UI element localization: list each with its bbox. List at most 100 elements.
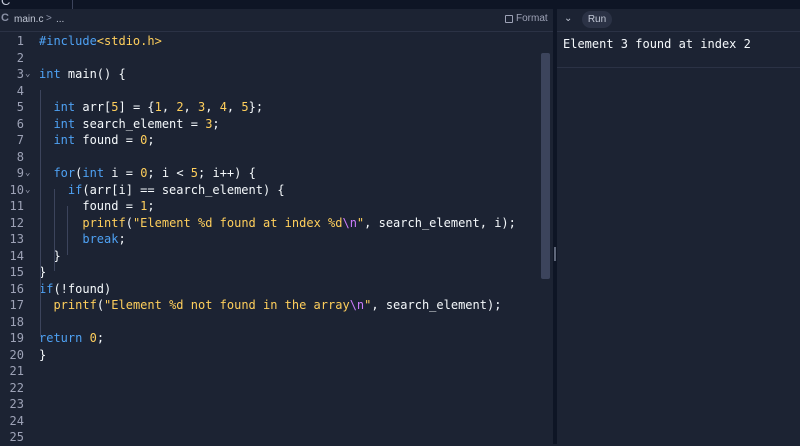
chevron-down-icon[interactable]: ⌄ [564, 13, 572, 24]
code-token: , search_element, i); [364, 215, 516, 230]
code-token: ( [125, 215, 133, 230]
code-line[interactable]: 4 [0, 83, 540, 100]
code-line[interactable]: 15} [0, 264, 540, 281]
code-token: ; [96, 331, 105, 345]
line-number: 16 [9, 281, 24, 296]
code-line[interactable]: 19 return 0; [0, 330, 540, 347]
code-line[interactable]: 24 [0, 413, 540, 430]
code-text: found = 1; [39, 198, 155, 215]
line-number: 18 [9, 314, 24, 329]
code-line[interactable]: 23 [0, 396, 540, 413]
code-line[interactable]: 12 printf("Element %d found at index %d\… [0, 215, 540, 232]
code-token: if [67, 182, 83, 197]
indent-guide [40, 90, 41, 337]
code-token: int [53, 116, 76, 131]
indent-guide [67, 206, 68, 255]
code-line[interactable]: 6 int search_element = 3; [0, 116, 540, 133]
code-line[interactable]: 9 ⌄ for(int i = 0; i < 5; i++) { [0, 165, 540, 182]
splitter-grip[interactable] [554, 247, 556, 261]
code-line[interactable]: 13 break; [0, 231, 540, 248]
code-area[interactable]: 1 #include<stdio.h> 2 3 ⌄ int main() {4 5 int … [0, 33, 540, 446]
code-token: if [39, 281, 54, 296]
console-header: ⌄ Run [557, 9, 800, 32]
line-number: 21 [9, 364, 24, 378]
code-line[interactable]: 11 found = 1; [0, 198, 540, 215]
code-line[interactable]: 18 [0, 314, 540, 331]
fold-chevron-icon[interactable]: ⌄ [25, 66, 30, 83]
code-token: 4 [219, 100, 227, 114]
code-token: "Element %d not found in the array [104, 298, 350, 312]
code-token: int [82, 166, 105, 180]
console-output: Element 3 found at index 2 [563, 37, 751, 51]
code-token: printf [53, 298, 97, 312]
code-line[interactable]: 25 [0, 429, 540, 446]
code-token: int [53, 133, 76, 147]
line-number: 22 [9, 380, 24, 395]
code-text: return 0; [39, 330, 104, 347]
code-text: int main() { [39, 66, 126, 83]
code-line[interactable]: 7 int found = 0; [0, 132, 540, 149]
code-line[interactable]: 14 } [0, 248, 540, 265]
breadcrumb-more[interactable]: ... [56, 14, 64, 25]
code-line[interactable]: 20} [0, 347, 540, 364]
code-token: main() { [60, 67, 126, 81]
editor-scrollbar[interactable] [541, 53, 550, 279]
code-token: "Element %d found at index %d [132, 215, 343, 230]
code-token: break [82, 232, 119, 246]
code-token: (!found) [53, 281, 112, 296]
line-number: 13 [9, 232, 24, 246]
line-number: 2 [16, 50, 24, 65]
line-number: 19 [9, 331, 24, 345]
code-line[interactable]: 22 [0, 380, 540, 397]
line-number: 1 [16, 34, 24, 48]
code-token: ; [147, 133, 155, 147]
fold-chevron-icon[interactable]: ⌄ [25, 182, 30, 199]
tab-divider [72, 0, 73, 9]
fold-chevron-icon[interactable]: ⌄ [25, 165, 30, 182]
line-number: 20 [9, 347, 24, 362]
breadcrumb-separator: > [46, 13, 52, 24]
code-token: ; i < [147, 166, 191, 180]
code-token: 5 [241, 100, 249, 114]
code-token: search_element = [75, 116, 206, 131]
code-token: return [39, 331, 83, 345]
code-line[interactable]: 8 [0, 149, 540, 166]
code-token: ] = { [118, 100, 155, 114]
code-token: 1 [154, 100, 162, 114]
run-button[interactable]: Run [582, 11, 612, 28]
code-token: ; i++) { [198, 166, 256, 180]
code-token: ; [147, 199, 155, 213]
console-divider [557, 67, 800, 68]
format-icon [505, 14, 513, 23]
code-token: int [39, 67, 61, 81]
code-line[interactable]: 2 [0, 50, 540, 67]
breadcrumb-file[interactable]: main.c [14, 14, 43, 25]
code-line[interactable]: 16 if(!found) [0, 281, 540, 298]
code-line[interactable]: 17 printf("Element %d not found in the a… [0, 297, 540, 314]
format-label: Format [516, 13, 548, 24]
code-token: , search_element); [371, 298, 502, 312]
code-text: if(!found) [39, 281, 111, 298]
format-button[interactable]: Format [505, 13, 548, 24]
code-token: #include [39, 34, 97, 48]
code-text: } [39, 347, 46, 364]
code-token: for [53, 166, 76, 180]
line-number: 23 [9, 397, 24, 411]
code-line[interactable]: 3 ⌄ int main() { [0, 66, 540, 83]
line-number: 17 [9, 298, 24, 312]
code-line[interactable]: 5 int arr[5] = {1, 2, 3, 4, 5}; [0, 99, 540, 116]
code-token: ; [212, 116, 220, 131]
line-number: 6 [16, 116, 24, 131]
code-line[interactable]: 21 [0, 363, 540, 380]
line-number: 11 [9, 199, 24, 213]
code-token: \n [342, 215, 357, 230]
code-text: break; [39, 231, 125, 248]
code-text: for(int i = 0; i < 5; i++) { [39, 165, 256, 182]
code-line[interactable]: 1 #include<stdio.h> [0, 33, 540, 50]
code-token: ( [96, 298, 105, 312]
code-line[interactable]: 10 ⌄ if(arr[i] == search_element) { [0, 182, 540, 199]
